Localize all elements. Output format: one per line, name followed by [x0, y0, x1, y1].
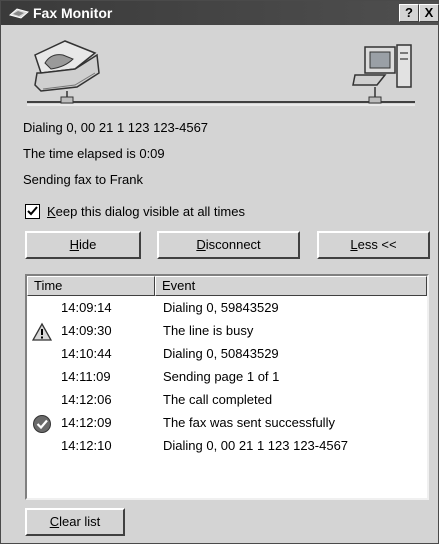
checkmark-icon	[27, 206, 38, 216]
log-time: 14:09:14	[61, 300, 112, 315]
log-event: Dialing 0, 50843529	[163, 346, 279, 361]
fax-connection-diagram	[27, 40, 415, 106]
log-row[interactable]: 14:12:06 The call completed	[27, 390, 427, 413]
checkbox-box[interactable]	[25, 204, 40, 219]
dialing-status-text: Dialing 0, 00 21 1 123 123-4567	[23, 120, 209, 135]
log-time: 14:11:09	[61, 369, 111, 384]
log-event: Sending page 1 of 1	[163, 369, 280, 384]
log-event: Dialing 0, 59843529	[163, 300, 279, 315]
clear-list-button[interactable]: Clear list	[25, 508, 125, 536]
log-time: 14:12:10	[61, 438, 112, 453]
log-time: 14:09:30	[61, 323, 112, 338]
time-column-header[interactable]: Time	[27, 276, 155, 296]
log-row[interactable]: 14:11:09 Sending page 1 of 1	[27, 367, 427, 390]
list-header: Time Event	[27, 276, 427, 296]
event-column-header[interactable]: Event	[155, 276, 427, 296]
log-time: 14:12:09	[61, 415, 112, 430]
log-row[interactable]: 14:10:44 Dialing 0, 50843529	[27, 344, 427, 367]
log-event: The call completed	[163, 392, 273, 407]
close-button[interactable]: X	[419, 4, 439, 22]
less-button[interactable]: Less <<	[317, 231, 430, 259]
log-time: 14:10:44	[61, 346, 112, 361]
log-row[interactable]: 14:09:14 Dialing 0, 59843529	[27, 298, 427, 321]
window-title: Fax Monitor	[33, 5, 113, 21]
hide-button[interactable]: Hide	[25, 231, 141, 259]
sending-status-text: Sending fax to Frank	[23, 172, 143, 187]
log-time: 14:12:06	[61, 392, 112, 407]
help-button[interactable]: ?	[399, 4, 419, 22]
elapsed-time-text: The time elapsed is 0:09	[23, 146, 165, 161]
log-event: The line is busy	[163, 323, 254, 338]
log-event: Dialing 0, 00 21 1 123 123-4567	[163, 438, 349, 453]
log-row[interactable]: 14:12:10 Dialing 0, 00 21 1 123 123-4567	[27, 436, 427, 459]
title-bar[interactable]: Fax Monitor ? X	[1, 1, 439, 25]
event-log-list[interactable]: Time Event 14:09:14 Dialing 0, 59843529 14…	[25, 274, 429, 500]
disconnect-button[interactable]: Disconnect	[157, 231, 300, 259]
fax-monitor-window: Fax Monitor ? X Dialing 0, 00 21 1 123 1…	[0, 0, 439, 544]
checkmark-icon	[32, 414, 52, 434]
fax-app-icon	[9, 8, 29, 19]
log-event: The fax was sent successfully	[163, 415, 335, 430]
fax-machine-icon	[34, 40, 100, 104]
log-row[interactable]: 14:12:09 The fax was sent successfully	[27, 413, 427, 436]
keep-visible-label: Keep this dialog visible at all times	[47, 204, 245, 219]
computer-icon	[352, 44, 412, 104]
log-row[interactable]: 14:09:30 The line is busy	[27, 321, 427, 344]
warning-icon	[31, 322, 53, 342]
